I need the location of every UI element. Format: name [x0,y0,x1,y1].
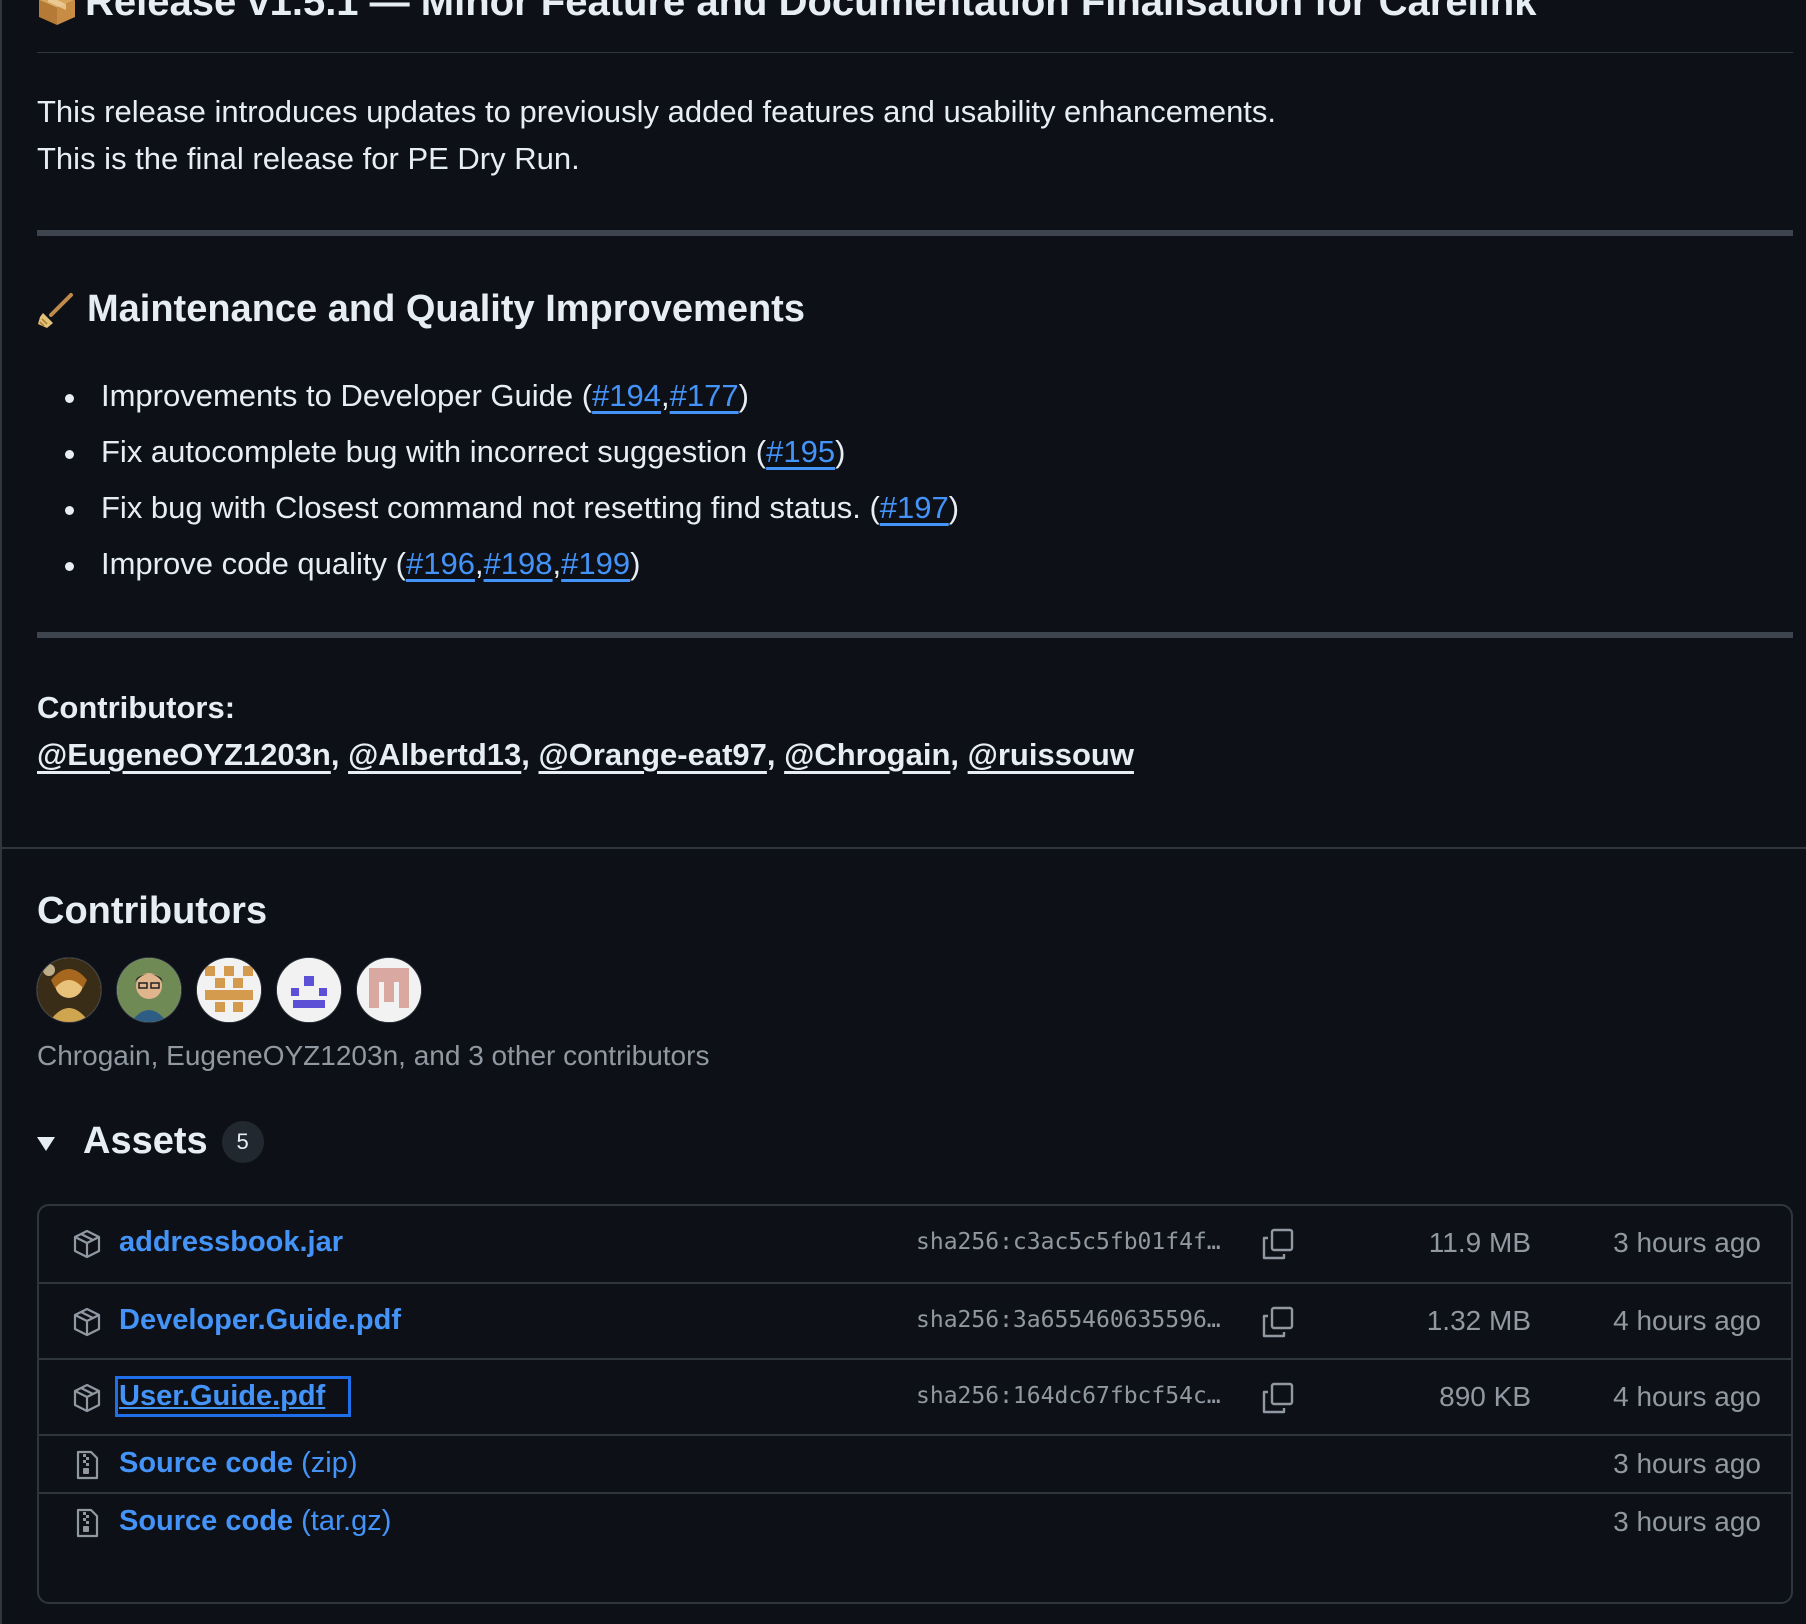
asset-timestamp: 3 hours ago [1613,1448,1761,1479]
asset-row: addressbook.jar sha256:c3ac5c5fb01f4f… 11.… [39,1206,1791,1282]
issue-link[interactable]: #198 [484,546,553,582]
issue-link[interactable]: #196 [406,546,475,582]
avatar[interactable] [197,958,261,1022]
link-separator: , [552,546,562,581]
asset-download-link[interactable]: User.Guide.pdf [114,1376,352,1417]
asset-timestamp: 4 hours ago [1613,1381,1761,1412]
assets-toggle[interactable]: Assets 5 [37,1120,264,1163]
avatar[interactable] [117,958,181,1022]
package-emoji-icon [37,0,77,26]
list-item: Fix bug with Closest command not resetti… [64,480,960,536]
asset-name-text: addressbook.jar [119,1226,344,1258]
list-item-suffix: ) [948,490,960,525]
asset-sha256: sha256:164dc67fbcf54c… [916,1383,1221,1409]
asset-row: Developer.Guide.pdf sha256:3a655460635596… [39,1282,1791,1358]
file-zip-icon [71,1449,103,1481]
user-mention-link[interactable]: @Chrogain [784,737,950,772]
list-item: Improve code quality (#196, #198, #199) [64,536,959,592]
asset-timestamp: 3 hours ago [1613,1506,1761,1537]
list-item: Fix autocomplete bug with incorrect sugg… [64,424,959,480]
asset-download-link[interactable]: Developer.Guide.pdf [119,1304,401,1337]
list-item-suffix: ) [630,546,641,581]
credits-label: Contributors: [37,690,236,725]
section-divider [2,847,1806,849]
issue-link[interactable]: #177 [670,378,739,414]
asset-row: Source code (zip) 3 hours ago [39,1434,1791,1492]
horizontal-rule [37,632,1793,638]
list-item-suffix: ) [835,434,846,469]
link-separator: , [661,378,670,413]
asset-timestamp: 3 hours ago [1613,1227,1761,1258]
maintenance-heading-text: Maintenance and Quality Improvements [87,288,805,330]
package-icon [71,1228,103,1260]
asset-size: 11.9 MB [1428,1227,1531,1258]
asset-name-text: Source code [119,1447,294,1479]
asset-download-link[interactable]: addressbook.jar [119,1226,343,1259]
user-mention-link[interactable]: @Albertd13 [348,737,521,772]
list-item-text: Improve code quality ( [101,546,406,581]
user-mention-link[interactable]: @Orange-eat97 [539,737,767,772]
horizontal-rule [37,230,1793,236]
asset-sha256: sha256:3a655460635596… [916,1307,1221,1333]
intro-line-2: This is the final release for PE Dry Run… [37,141,580,176]
contributors-heading: Contributors [37,890,268,932]
handle-separator: , [766,737,785,772]
asset-sha256: sha256:c3ac5c5fb01f4f… [916,1229,1221,1255]
asset-size: 1.32 MB [1426,1305,1531,1336]
user-mention-link[interactable]: @EugeneOYZ1203n [37,737,331,772]
list-item-text: Fix bug with Closest command not resetti… [101,490,880,525]
assets-title: Assets [83,1120,208,1162]
asset-row: User.Guide.pdf sha256:164dc67fbcf54c… 890 … [39,1358,1791,1434]
title-divider [37,52,1793,53]
list-item: Improvements to Developer Guide ( #194, … [64,368,959,424]
broom-icon [37,291,75,329]
user-mention-link[interactable]: @ruissouw [968,737,1134,772]
asset-name-suffix: (tar.gz) [293,1505,392,1537]
handle-separator: , [950,737,968,772]
credits-handles: @EugeneOYZ1203n, @Albertd13, @Orange-eat… [37,737,1134,773]
release-title: Release v1.5.1 — Minor Feature and Docum… [37,0,1536,28]
issue-link[interactable]: #194 [592,378,661,414]
avatar[interactable] [277,958,341,1022]
asset-name-suffix: (zip) [293,1447,358,1479]
file-zip-icon [71,1507,103,1539]
issue-link[interactable]: #199 [561,546,630,582]
issue-link[interactable]: #197 [880,490,949,526]
handle-separator: , [521,737,539,772]
contributors-summary: Chrogain, EugeneOYZ1203n, and 3 other co… [37,1040,710,1071]
package-icon [71,1306,103,1338]
asset-row: Source code (tar.gz) 3 hours ago [39,1492,1791,1550]
asset-timestamp: 4 hours ago [1613,1305,1761,1336]
list-item-suffix: ) [738,378,749,413]
asset-download-link[interactable]: Source code (tar.gz) [119,1505,391,1538]
assets-list: addressbook.jar sha256:c3ac5c5fb01f4f… 11.… [37,1204,1793,1604]
intro-line-1: This release introduces updates to previ… [37,94,1277,129]
copy-icon[interactable] [1261,1305,1295,1339]
changes-list: Improvements to Developer Guide ( #194, … [64,368,960,592]
copy-icon[interactable] [1261,1381,1295,1415]
maintenance-heading: Maintenance and Quality Improvements [37,288,805,331]
handle-separator: , [330,737,349,772]
link-separator: , [474,546,484,581]
release-title-text: Release v1.5.1 — Minor Feature and Docum… [85,0,1537,24]
issue-link[interactable]: #195 [766,434,835,470]
asset-name-text: Source code [119,1505,294,1537]
package-icon [71,1382,103,1414]
asset-name-text: Developer.Guide.pdf [119,1304,401,1336]
asset-size: 890 KB [1439,1381,1531,1412]
avatar-stack [37,958,421,1022]
avatar[interactable] [37,958,101,1022]
assets-count-badge: 5 [221,1120,264,1163]
asset-name-text: User.Guide.pdf [119,1380,326,1412]
triangle-down-icon[interactable] [37,1136,55,1151]
asset-download-link[interactable]: Source code (zip) [119,1447,358,1480]
list-item-text: Improvements to Developer Guide ( [101,378,593,413]
release-intro: This release introduces updates to previ… [37,88,1276,182]
list-item-text: Fix autocomplete bug with incorrect sugg… [101,434,767,469]
avatar[interactable] [357,958,421,1022]
copy-icon[interactable] [1261,1227,1295,1261]
